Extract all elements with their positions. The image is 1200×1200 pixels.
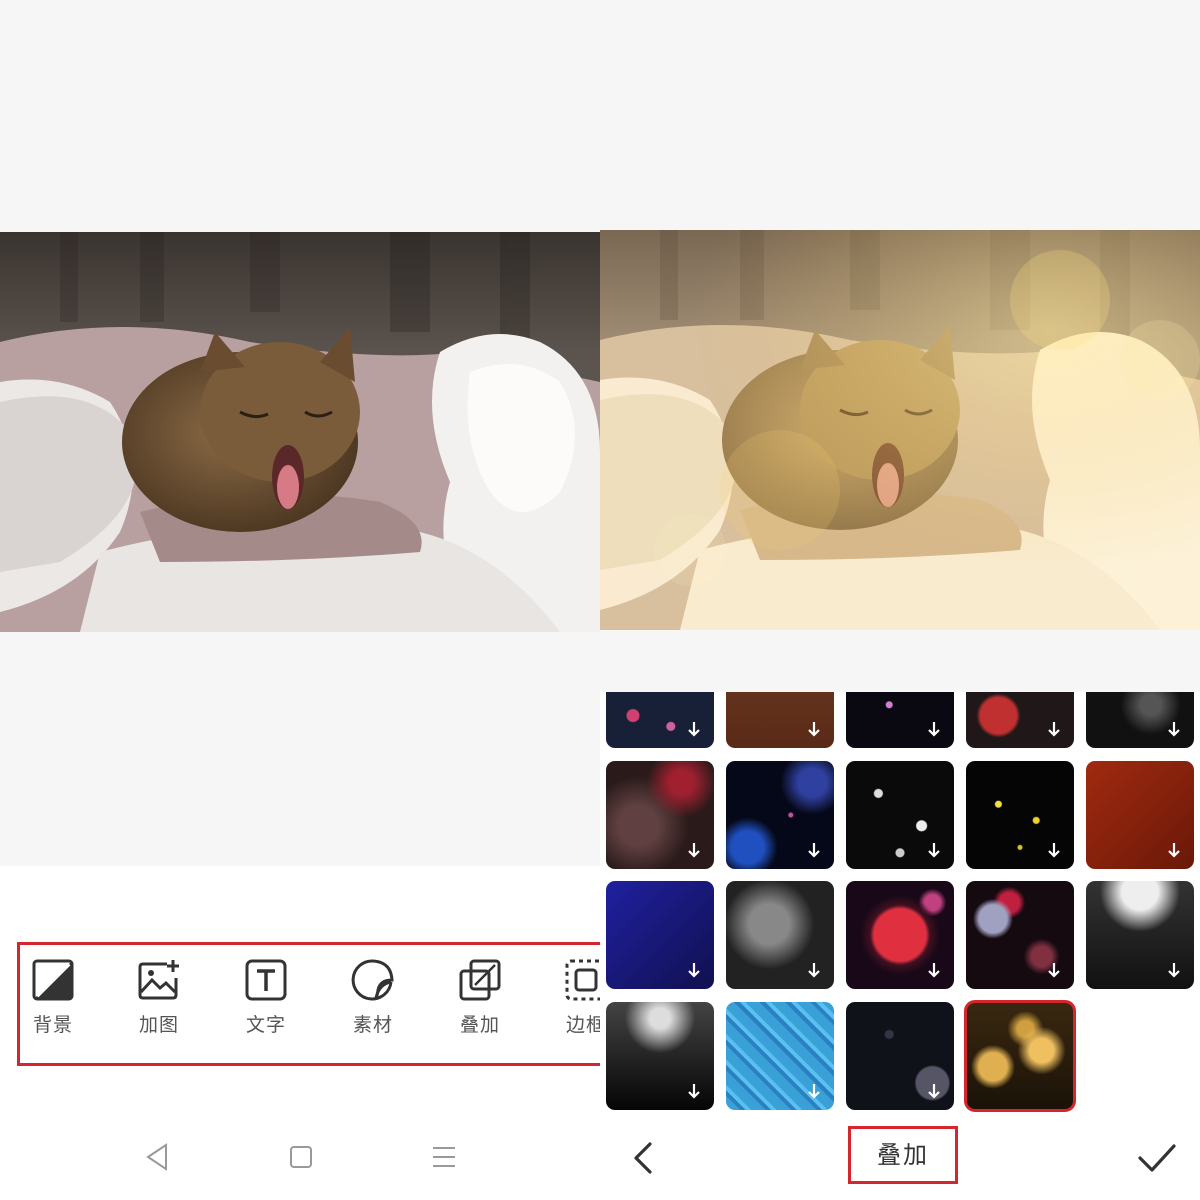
overlay-red-smoke[interactable]: [606, 761, 714, 869]
checkmark-icon[interactable]: [1136, 1138, 1178, 1178]
tool-label: 背景: [32, 1014, 73, 1036]
download-icon: [1168, 843, 1180, 858]
download-icon: [928, 843, 940, 858]
back-triangle-icon[interactable]: [144, 1142, 170, 1172]
download-icon: [1048, 722, 1060, 737]
text-icon: [245, 959, 287, 1001]
menu-lines-icon[interactable]: [430, 1142, 458, 1172]
tool-label: 叠加: [459, 1014, 500, 1036]
download-icon: [928, 963, 940, 978]
tool-label: 文字: [245, 1014, 286, 1036]
download-icon: [1168, 722, 1180, 737]
overlay-red-text[interactable]: [966, 692, 1074, 748]
screenshot-comparison: 背景 加图 文字 素材 叠加 边框 叠加: [0, 0, 1200, 1200]
tool-text[interactable]: 文字: [231, 952, 301, 1056]
tool-label: 素材: [352, 1014, 393, 1036]
tool-frame[interactable]: 边框: [551, 952, 600, 1056]
editor-main-screen: 背景 加图 文字 素材 叠加 边框: [0, 0, 605, 1200]
download-icon: [688, 843, 700, 858]
overlay-brown[interactable]: [726, 692, 834, 748]
download-icon: [928, 1084, 940, 1099]
download-icon: [808, 963, 820, 978]
tool-background[interactable]: 背景: [18, 952, 88, 1056]
system-navigation-bar: [0, 1130, 600, 1190]
tool-add-image[interactable]: 加图: [124, 952, 194, 1056]
download-icon: [808, 843, 820, 858]
overlay-icon: [459, 959, 501, 1001]
download-icon: [808, 722, 820, 737]
download-icon: [688, 722, 700, 737]
cat-photo-with-overlay[interactable]: [600, 230, 1200, 630]
overlay-bokeh-pink[interactable]: [606, 692, 714, 748]
overlay-title-highlight: 叠加: [848, 1126, 958, 1184]
overlay-editor-screen: 叠加: [600, 0, 1200, 1200]
editing-toolbar: 背景 加图 文字 素材 叠加 边框: [0, 952, 600, 1056]
frame-icon: [565, 959, 600, 1001]
background-icon: [32, 959, 74, 1001]
tool-label: 加图: [138, 1014, 179, 1036]
download-icon: [808, 1084, 820, 1099]
overlay-title: 叠加: [877, 1141, 929, 1169]
download-icon: [688, 963, 700, 978]
editing-canvas: [600, 0, 1200, 692]
download-icon: [1048, 843, 1060, 858]
download-icon: [688, 1084, 700, 1099]
overlay-bottom-bar: 叠加: [600, 1120, 1200, 1200]
overlay-red-bokeh[interactable]: [966, 881, 1074, 989]
tool-label: 边框: [565, 1014, 600, 1036]
download-icon: [1048, 963, 1060, 978]
download-icon: [928, 722, 940, 737]
overlay-golden-bokeh[interactable]: [964, 1000, 1076, 1112]
editing-canvas: [0, 0, 600, 866]
overlay-gold-dots[interactable]: [966, 761, 1074, 869]
overlay-galaxy-stars[interactable]: [726, 761, 834, 869]
sticker-icon: [351, 959, 394, 1001]
tool-sticker[interactable]: 素材: [338, 952, 408, 1056]
overlay-water-caustics[interactable]: [726, 1002, 834, 1110]
overlay-dust-dark[interactable]: [1086, 692, 1194, 748]
home-square-icon[interactable]: [288, 1142, 314, 1172]
overlay-dark-sparkle[interactable]: [846, 692, 954, 748]
overlay-rust-frame[interactable]: [1086, 761, 1194, 869]
overlay-light-leak-bw[interactable]: [1086, 881, 1194, 989]
overlay-spotlight[interactable]: [606, 1002, 714, 1110]
overlay-blue-frame[interactable]: [606, 881, 714, 989]
tool-overlay[interactable]: 叠加: [445, 952, 515, 1056]
overlay-thumbnail-grid: [600, 692, 1200, 1120]
download-icon: [1168, 963, 1180, 978]
overlay-grey-smoke[interactable]: [726, 881, 834, 989]
overlay-red-sphere[interactable]: [846, 881, 954, 989]
cat-photo[interactable]: [0, 232, 600, 632]
overlay-white-petals[interactable]: [846, 761, 954, 869]
overlay-dark-bubbles[interactable]: [846, 1002, 954, 1110]
add-image-icon: [138, 960, 179, 1000]
chevron-left-icon[interactable]: [624, 1138, 664, 1178]
